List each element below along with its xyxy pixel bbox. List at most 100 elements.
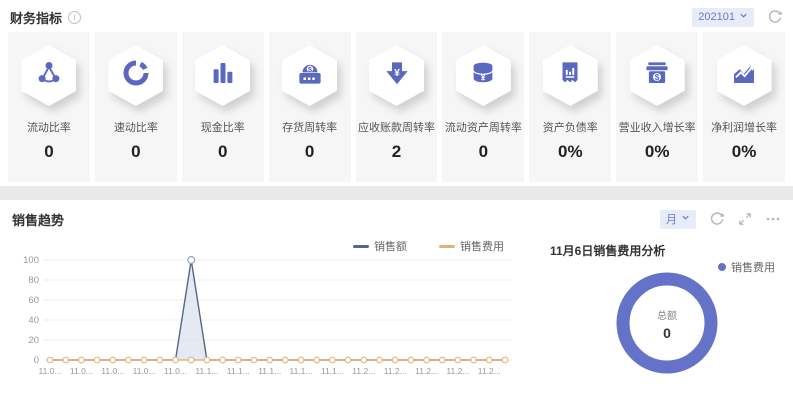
metric-card: $ 存货周转率 0 bbox=[269, 32, 351, 182]
sync-circle-icon bbox=[121, 58, 151, 93]
more-icon[interactable] bbox=[765, 211, 781, 227]
metric-card: $ 营业收入增长率 0% bbox=[616, 32, 698, 182]
metric-value: 0 bbox=[44, 142, 53, 162]
metric-card: 流动比率 0 bbox=[8, 32, 90, 182]
metric-card: 速动比率 0 bbox=[95, 32, 177, 182]
svg-text:60: 60 bbox=[28, 295, 39, 306]
metric-label: 现金比率 bbox=[201, 119, 245, 135]
metric-label: 资产负债率 bbox=[543, 119, 598, 135]
svg-text:11.2...: 11.2... bbox=[478, 366, 501, 376]
hexagon-badge bbox=[108, 45, 163, 106]
chart-legend: 销售额 销售费用 bbox=[10, 238, 518, 254]
metric-card: ¥ 应收账款周转率 2 bbox=[356, 32, 438, 182]
sales-body: 销售额销售费用 02040608010011.0...11.0...11.0..… bbox=[10, 230, 783, 392]
metric-label: 净利润增长率 bbox=[711, 119, 777, 135]
granularity-value: 月 bbox=[666, 211, 677, 227]
svg-text:11.2...: 11.2... bbox=[352, 366, 375, 376]
store-dollar-icon: $ bbox=[642, 58, 672, 93]
arrow-down-yuan-icon: ¥ bbox=[382, 58, 412, 93]
metric-cards: 流动比率 0 速动比率 0 现金比率 0 $ 存货周转率 0 ¥ 应收账款周转率 2 ¥ 流动资产周转率 0… bbox=[8, 32, 785, 182]
svg-text:¥: ¥ bbox=[481, 73, 486, 83]
svg-text:20: 20 bbox=[28, 335, 39, 346]
hexagon-badge bbox=[21, 45, 76, 106]
metric-label: 速动比率 bbox=[114, 119, 158, 135]
legend-dot-icon bbox=[718, 263, 726, 271]
legend-line-icon bbox=[439, 245, 455, 248]
metric-label: 营业收入增长率 bbox=[619, 119, 696, 135]
svg-text:11.1...: 11.1... bbox=[290, 366, 313, 376]
metric-card: ¥ 流动资产周转率 0 bbox=[442, 32, 524, 182]
svg-text:$: $ bbox=[655, 73, 660, 82]
svg-text:11.2...: 11.2... bbox=[384, 366, 407, 376]
hexagon-badge bbox=[195, 45, 250, 106]
svg-text:11.2...: 11.2... bbox=[446, 366, 469, 376]
refresh-icon[interactable] bbox=[709, 211, 725, 227]
chevron-down-icon bbox=[739, 11, 748, 23]
metric-card: 现金比率 0 bbox=[182, 32, 264, 182]
svg-text:11.1...: 11.1... bbox=[321, 366, 344, 376]
legend-item[interactable]: 销售额 bbox=[353, 238, 407, 254]
donut-legend-item[interactable]: 销售费用 bbox=[718, 259, 775, 275]
sales-panel: 销售趋势 月 销售额销售费用 02040608010011.0...11.0..… bbox=[0, 200, 793, 400]
hexagon-badge: ¥ bbox=[456, 45, 511, 106]
expand-icon[interactable] bbox=[738, 212, 752, 226]
line-chart: 02040608010011.0...11.0...11.0...11.0...… bbox=[10, 254, 518, 392]
svg-text:¥: ¥ bbox=[394, 68, 400, 79]
svg-text:11.1...: 11.1... bbox=[258, 366, 281, 376]
donut-legend-label: 销售费用 bbox=[731, 259, 775, 275]
metric-value: 0 bbox=[479, 142, 488, 162]
donut-box: 总额 0 bbox=[550, 271, 783, 375]
metric-label: 应收账款周转率 bbox=[358, 119, 435, 135]
period-dropdown[interactable]: 202101 bbox=[692, 8, 754, 27]
metric-value: 2 bbox=[392, 142, 401, 162]
metric-card: 资产负债率 0% bbox=[529, 32, 611, 182]
svg-text:0: 0 bbox=[34, 355, 39, 366]
svg-text:11.2...: 11.2... bbox=[415, 366, 438, 376]
finance-panel: 财务指标 i 202101 流动比率 0 速动比率 0 现金比率 0 $ 存货周转率 0 ¥ 应收账… bbox=[0, 0, 793, 186]
period-value: 202101 bbox=[698, 11, 735, 23]
bar-chart-icon bbox=[208, 58, 238, 93]
svg-text:11.0...: 11.0... bbox=[39, 366, 62, 376]
metric-value: 0 bbox=[131, 142, 140, 162]
legend-line-icon bbox=[353, 245, 369, 248]
svg-text:11.0...: 11.0... bbox=[70, 366, 93, 376]
svg-text:11.0...: 11.0... bbox=[164, 366, 187, 376]
metric-label: 流动比率 bbox=[27, 119, 71, 135]
metric-value: 0% bbox=[558, 142, 583, 162]
metric-label: 存货周转率 bbox=[282, 119, 337, 135]
trend-up-icon bbox=[729, 58, 759, 93]
sales-title: 销售趋势 bbox=[12, 210, 64, 229]
refresh-icon[interactable] bbox=[767, 9, 783, 25]
hexagon-badge: ¥ bbox=[369, 45, 424, 106]
svg-text:100: 100 bbox=[23, 255, 39, 266]
svg-text:11.1...: 11.1... bbox=[227, 366, 250, 376]
svg-text:40: 40 bbox=[28, 315, 39, 326]
svg-text:11.0...: 11.0... bbox=[133, 366, 156, 376]
legend-label: 销售费用 bbox=[460, 238, 504, 254]
hexagon-badge bbox=[717, 45, 772, 106]
hexagon-badge: $ bbox=[630, 45, 685, 106]
granularity-dropdown[interactable]: 月 bbox=[660, 210, 696, 229]
svg-text:11.1...: 11.1... bbox=[195, 366, 218, 376]
donut-chart: 总额 0 bbox=[615, 271, 719, 375]
metric-value: 0 bbox=[305, 142, 314, 162]
finance-header: 财务指标 i 202101 bbox=[8, 6, 785, 28]
metric-label: 流动资产周转率 bbox=[445, 119, 522, 135]
analysis-title: 11月6日销售费用分析 bbox=[550, 242, 783, 259]
chevron-down-icon bbox=[681, 213, 690, 225]
hexagon-badge: $ bbox=[282, 45, 337, 106]
finance-title: 财务指标 bbox=[10, 8, 62, 27]
receipt-chart-icon bbox=[555, 58, 585, 93]
metric-value: 0 bbox=[218, 142, 227, 162]
legend-item[interactable]: 销售费用 bbox=[439, 238, 504, 254]
hexagon-badge bbox=[543, 45, 598, 106]
sales-header: 销售趋势 月 bbox=[10, 208, 783, 230]
analysis-panel: 11月6日销售费用分析 销售费用 总额 0 bbox=[518, 230, 783, 392]
cash-drawer-icon: $ bbox=[295, 58, 325, 93]
metric-value: 0% bbox=[645, 142, 670, 162]
donut-ring bbox=[623, 279, 711, 367]
donut-center-value: 0 bbox=[663, 325, 671, 341]
info-circle-icon[interactable]: i bbox=[68, 11, 81, 24]
line-chart-area: 销售额销售费用 02040608010011.0...11.0...11.0..… bbox=[10, 230, 518, 392]
metric-card: 净利润增长率0% bbox=[703, 32, 785, 182]
